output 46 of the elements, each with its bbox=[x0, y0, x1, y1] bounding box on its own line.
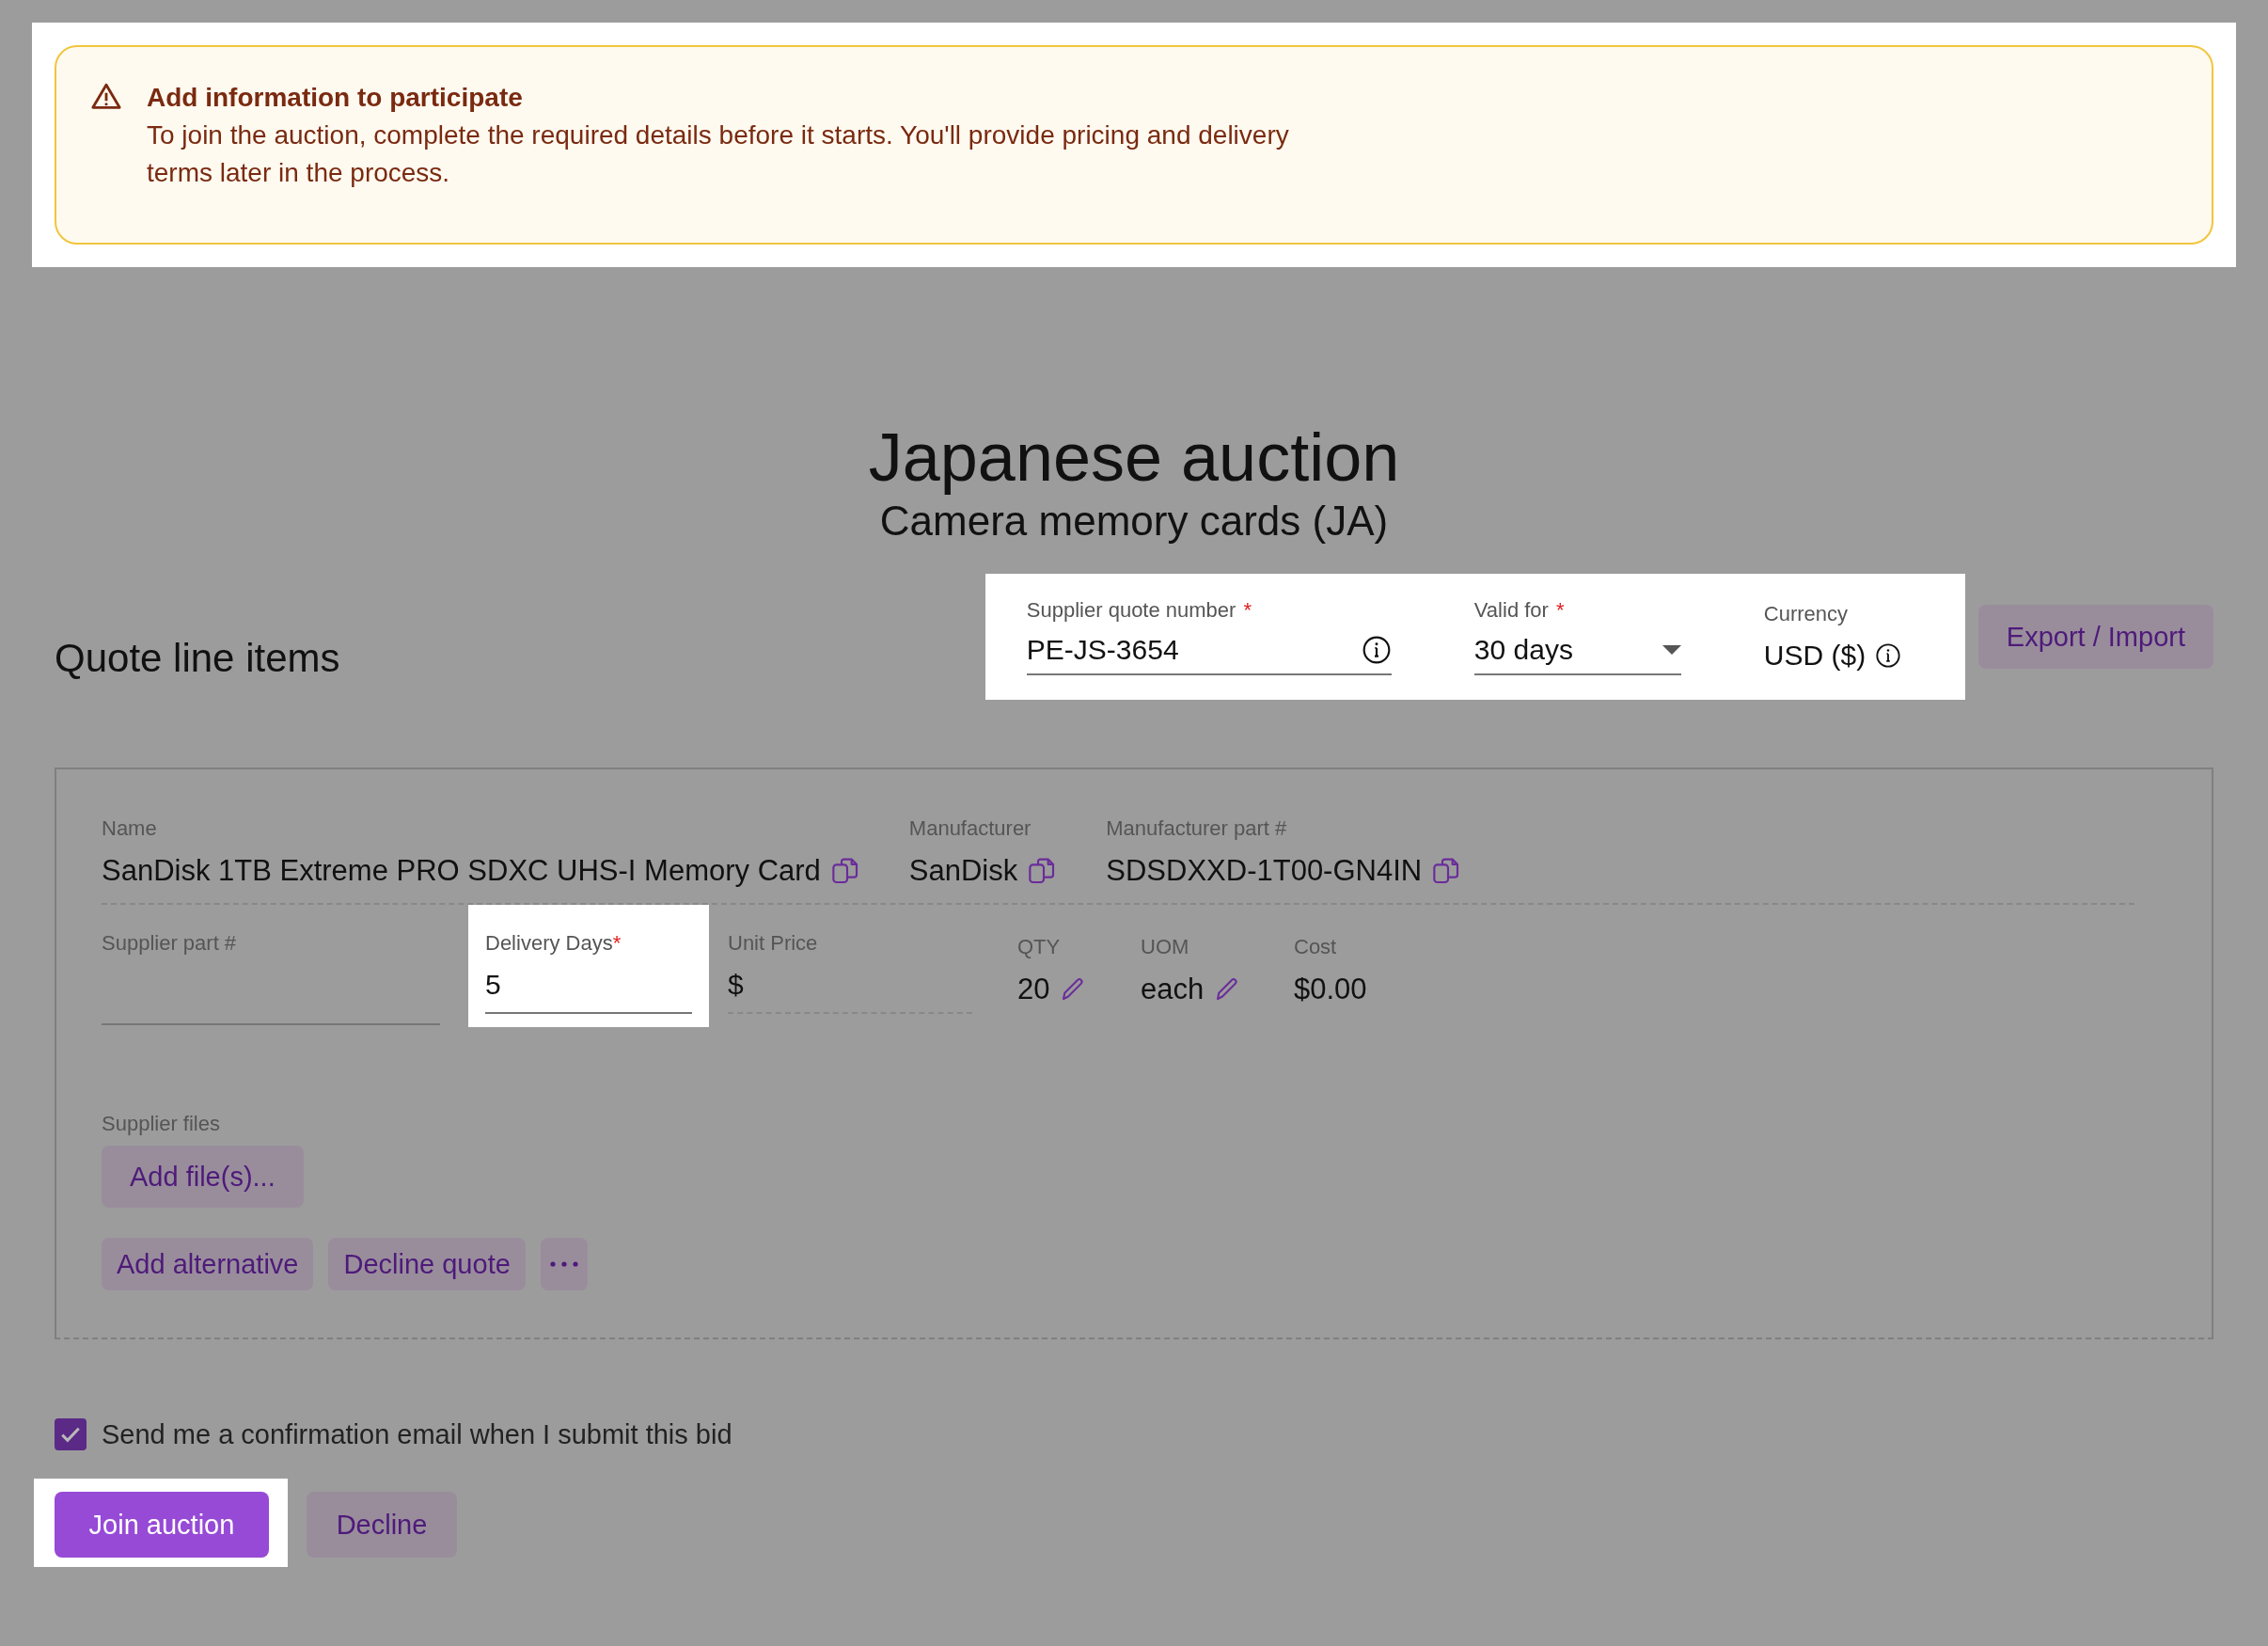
field-label: Currency bbox=[1763, 601, 1849, 627]
field-label: Unit Price bbox=[728, 931, 818, 955]
required-mark: * bbox=[1243, 597, 1252, 624]
add-files-button[interactable]: Add file(s)... bbox=[102, 1146, 304, 1208]
decline-button[interactable]: Decline bbox=[307, 1492, 457, 1558]
field-label: Supplier part # bbox=[102, 931, 237, 955]
field-value: 20 bbox=[1017, 973, 1050, 1006]
section-title: Quote line items bbox=[55, 636, 340, 681]
required-mark: * bbox=[612, 931, 622, 955]
currency-value: USD ($) bbox=[1763, 640, 1866, 672]
info-icon[interactable] bbox=[1875, 642, 1902, 669]
copy-icon[interactable] bbox=[829, 856, 860, 886]
field-value: SanDisk bbox=[908, 854, 1018, 888]
more-button[interactable] bbox=[540, 1238, 588, 1290]
info-icon[interactable] bbox=[1361, 635, 1392, 665]
quote-number-field[interactable]: PE-JS-3654 bbox=[1026, 626, 1392, 675]
valid-for-dropdown[interactable]: 30 days bbox=[1473, 626, 1681, 675]
field-label: QTY bbox=[1017, 935, 1061, 958]
export-import-button[interactable]: Export / Import bbox=[1977, 605, 2213, 669]
field-label: Supplier quote number bbox=[1026, 597, 1236, 624]
alert-message: To join the auction, complete the required details before it starts. You'll provide pricing and delivery terms later in the process. bbox=[147, 119, 1290, 189]
unit-price-field[interactable]: $ bbox=[728, 965, 972, 1014]
field-label: Name bbox=[102, 815, 158, 842]
action-button[interactable]: Add alternative bbox=[102, 1238, 314, 1290]
field-label: Valid for bbox=[1473, 597, 1549, 624]
field-label: Cost bbox=[1294, 935, 1337, 958]
field-value: each bbox=[1141, 973, 1205, 1006]
field-label: UOM bbox=[1141, 935, 1189, 958]
page-subtitle: Camera memory cards (JA) bbox=[878, 497, 1390, 546]
field-label: Manufacturer bbox=[908, 815, 1032, 842]
checkbox-label: Send me a confirmation email when I submit this bid bbox=[102, 1418, 732, 1450]
page-title: Japanese auction bbox=[868, 419, 1400, 497]
caret-icon bbox=[1662, 645, 1681, 655]
action-button[interactable]: Decline quote bbox=[328, 1238, 526, 1290]
checkbox[interactable] bbox=[55, 1418, 87, 1450]
alert-title: Add information to participate bbox=[147, 82, 524, 114]
field-label: Supplier files bbox=[102, 1111, 221, 1137]
join-button[interactable]: Join auction bbox=[55, 1492, 269, 1558]
field-value: SanDisk 1TB Extreme PRO SDXC UHS-I Memory Card bbox=[102, 854, 821, 888]
more-icon bbox=[549, 1261, 578, 1267]
field-value: SDSDXXD-1T00-GN4IN bbox=[1106, 854, 1423, 888]
field-value: $0.00 bbox=[1294, 973, 1367, 1006]
text-input-field[interactable]: 5 bbox=[485, 965, 692, 1014]
field-label: Delivery Days bbox=[485, 931, 613, 955]
required-mark: * bbox=[1555, 597, 1565, 624]
field-label: Manufacturer part # bbox=[1106, 815, 1288, 842]
